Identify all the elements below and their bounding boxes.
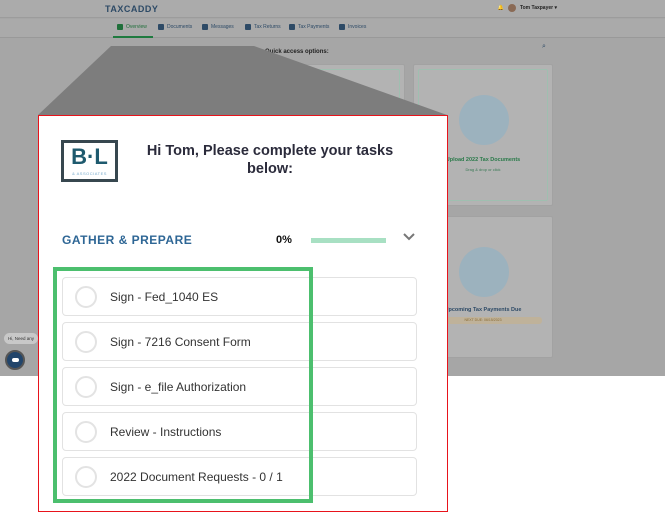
tab-overview[interactable]: Overview — [117, 24, 147, 30]
dollar-icon — [289, 24, 295, 30]
tab-label: Invoices — [348, 24, 367, 30]
tab-label: Documents — [167, 24, 193, 30]
search-icon[interactable]: ⌕ — [542, 43, 546, 51]
tab-label: Tax Returns — [254, 24, 281, 30]
illustration — [459, 247, 509, 297]
chevron-down-icon[interactable] — [402, 230, 416, 244]
active-tab-indicator — [113, 36, 153, 38]
taxcaddy-logo[interactable]: TAXCADDY — [105, 4, 158, 14]
section-title[interactable]: GATHER & PREPARE — [62, 233, 192, 247]
chat-bubble[interactable]: Hi, Need any — [4, 333, 39, 344]
tab-tax-returns[interactable]: Tax Returns — [245, 24, 281, 30]
tab-invoices[interactable]: Invoices — [339, 24, 366, 30]
top-bar: TAXCADDY 🔔 Tom Taxpayer ▾ — [0, 0, 665, 18]
tab-label: Tax Payments — [298, 24, 330, 30]
progress-percent: 0% — [276, 234, 292, 246]
tab-label: Messages — [211, 24, 234, 30]
bell-icon[interactable]: 🔔 — [498, 5, 504, 11]
tab-tax-payments[interactable]: Tax Payments — [289, 24, 329, 30]
messages-icon — [202, 24, 208, 30]
firm-logo: B·L & ASSOCIATES — [61, 140, 118, 182]
task-highlight-box — [53, 267, 313, 503]
user-name[interactable]: Tom Taxpayer ▾ — [520, 5, 557, 11]
logo-text: B·L — [71, 144, 108, 169]
tab-label: Overview — [126, 24, 147, 30]
illustration — [459, 95, 509, 145]
tab-documents[interactable]: Documents — [158, 24, 192, 30]
greeting: Hi Tom, Please complete your tasks below… — [146, 143, 394, 177]
tax-returns-icon — [245, 24, 251, 30]
chat-button[interactable] — [5, 350, 25, 370]
home-icon — [117, 24, 123, 30]
avatar — [507, 4, 516, 12]
user-menu[interactable]: 🔔 Tom Taxpayer ▾ — [498, 4, 557, 12]
progress-bar — [311, 238, 386, 243]
main-nav: Overview Documents Messages Tax Returns … — [0, 19, 665, 50]
invoice-icon — [339, 24, 345, 30]
logo-subtext: & ASSOCIATES — [72, 171, 107, 176]
documents-icon — [158, 24, 164, 30]
tab-messages[interactable]: Messages — [202, 24, 234, 30]
